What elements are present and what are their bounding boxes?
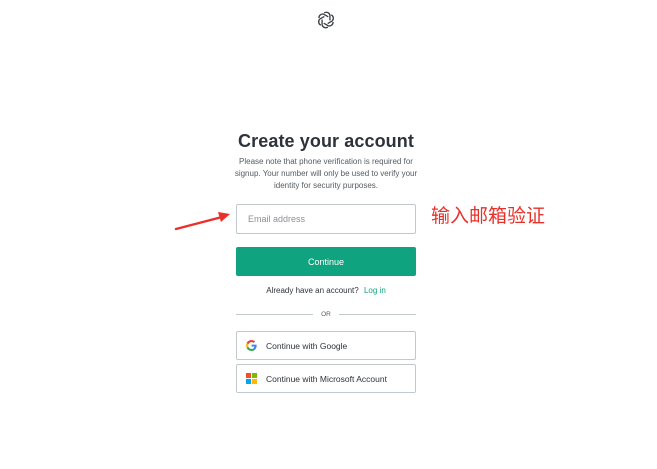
continue-with-microsoft-button[interactable]: Continue with Microsoft Account: [236, 364, 416, 393]
divider-line-right: [338, 313, 416, 315]
or-divider: OR: [236, 309, 416, 319]
openai-logo-icon: [316, 10, 336, 30]
page-title: Create your account: [238, 131, 414, 151]
signup-page: Create your account Please note that pho…: [0, 0, 657, 469]
already-have-account-text: Already have an account?: [266, 286, 359, 295]
microsoft-icon: [246, 373, 257, 384]
continue-button[interactable]: Continue: [236, 247, 416, 276]
microsoft-button-label: Continue with Microsoft Account: [266, 373, 387, 384]
google-button-label: Continue with Google: [266, 340, 348, 351]
annotation-label: 输入邮箱验证: [431, 205, 546, 227]
email-field[interactable]: [236, 204, 416, 234]
login-link[interactable]: Log in: [364, 286, 386, 295]
phone-verification-notice: Please note that phone verification is r…: [234, 157, 418, 190]
login-prompt: Already have an account? Log in: [236, 286, 416, 295]
google-icon: [246, 340, 257, 351]
red-arrow-icon: [174, 212, 230, 231]
divider-line-left: [236, 313, 314, 315]
continue-with-google-button[interactable]: Continue with Google: [236, 331, 416, 360]
divider-or-text: OR: [321, 310, 331, 318]
